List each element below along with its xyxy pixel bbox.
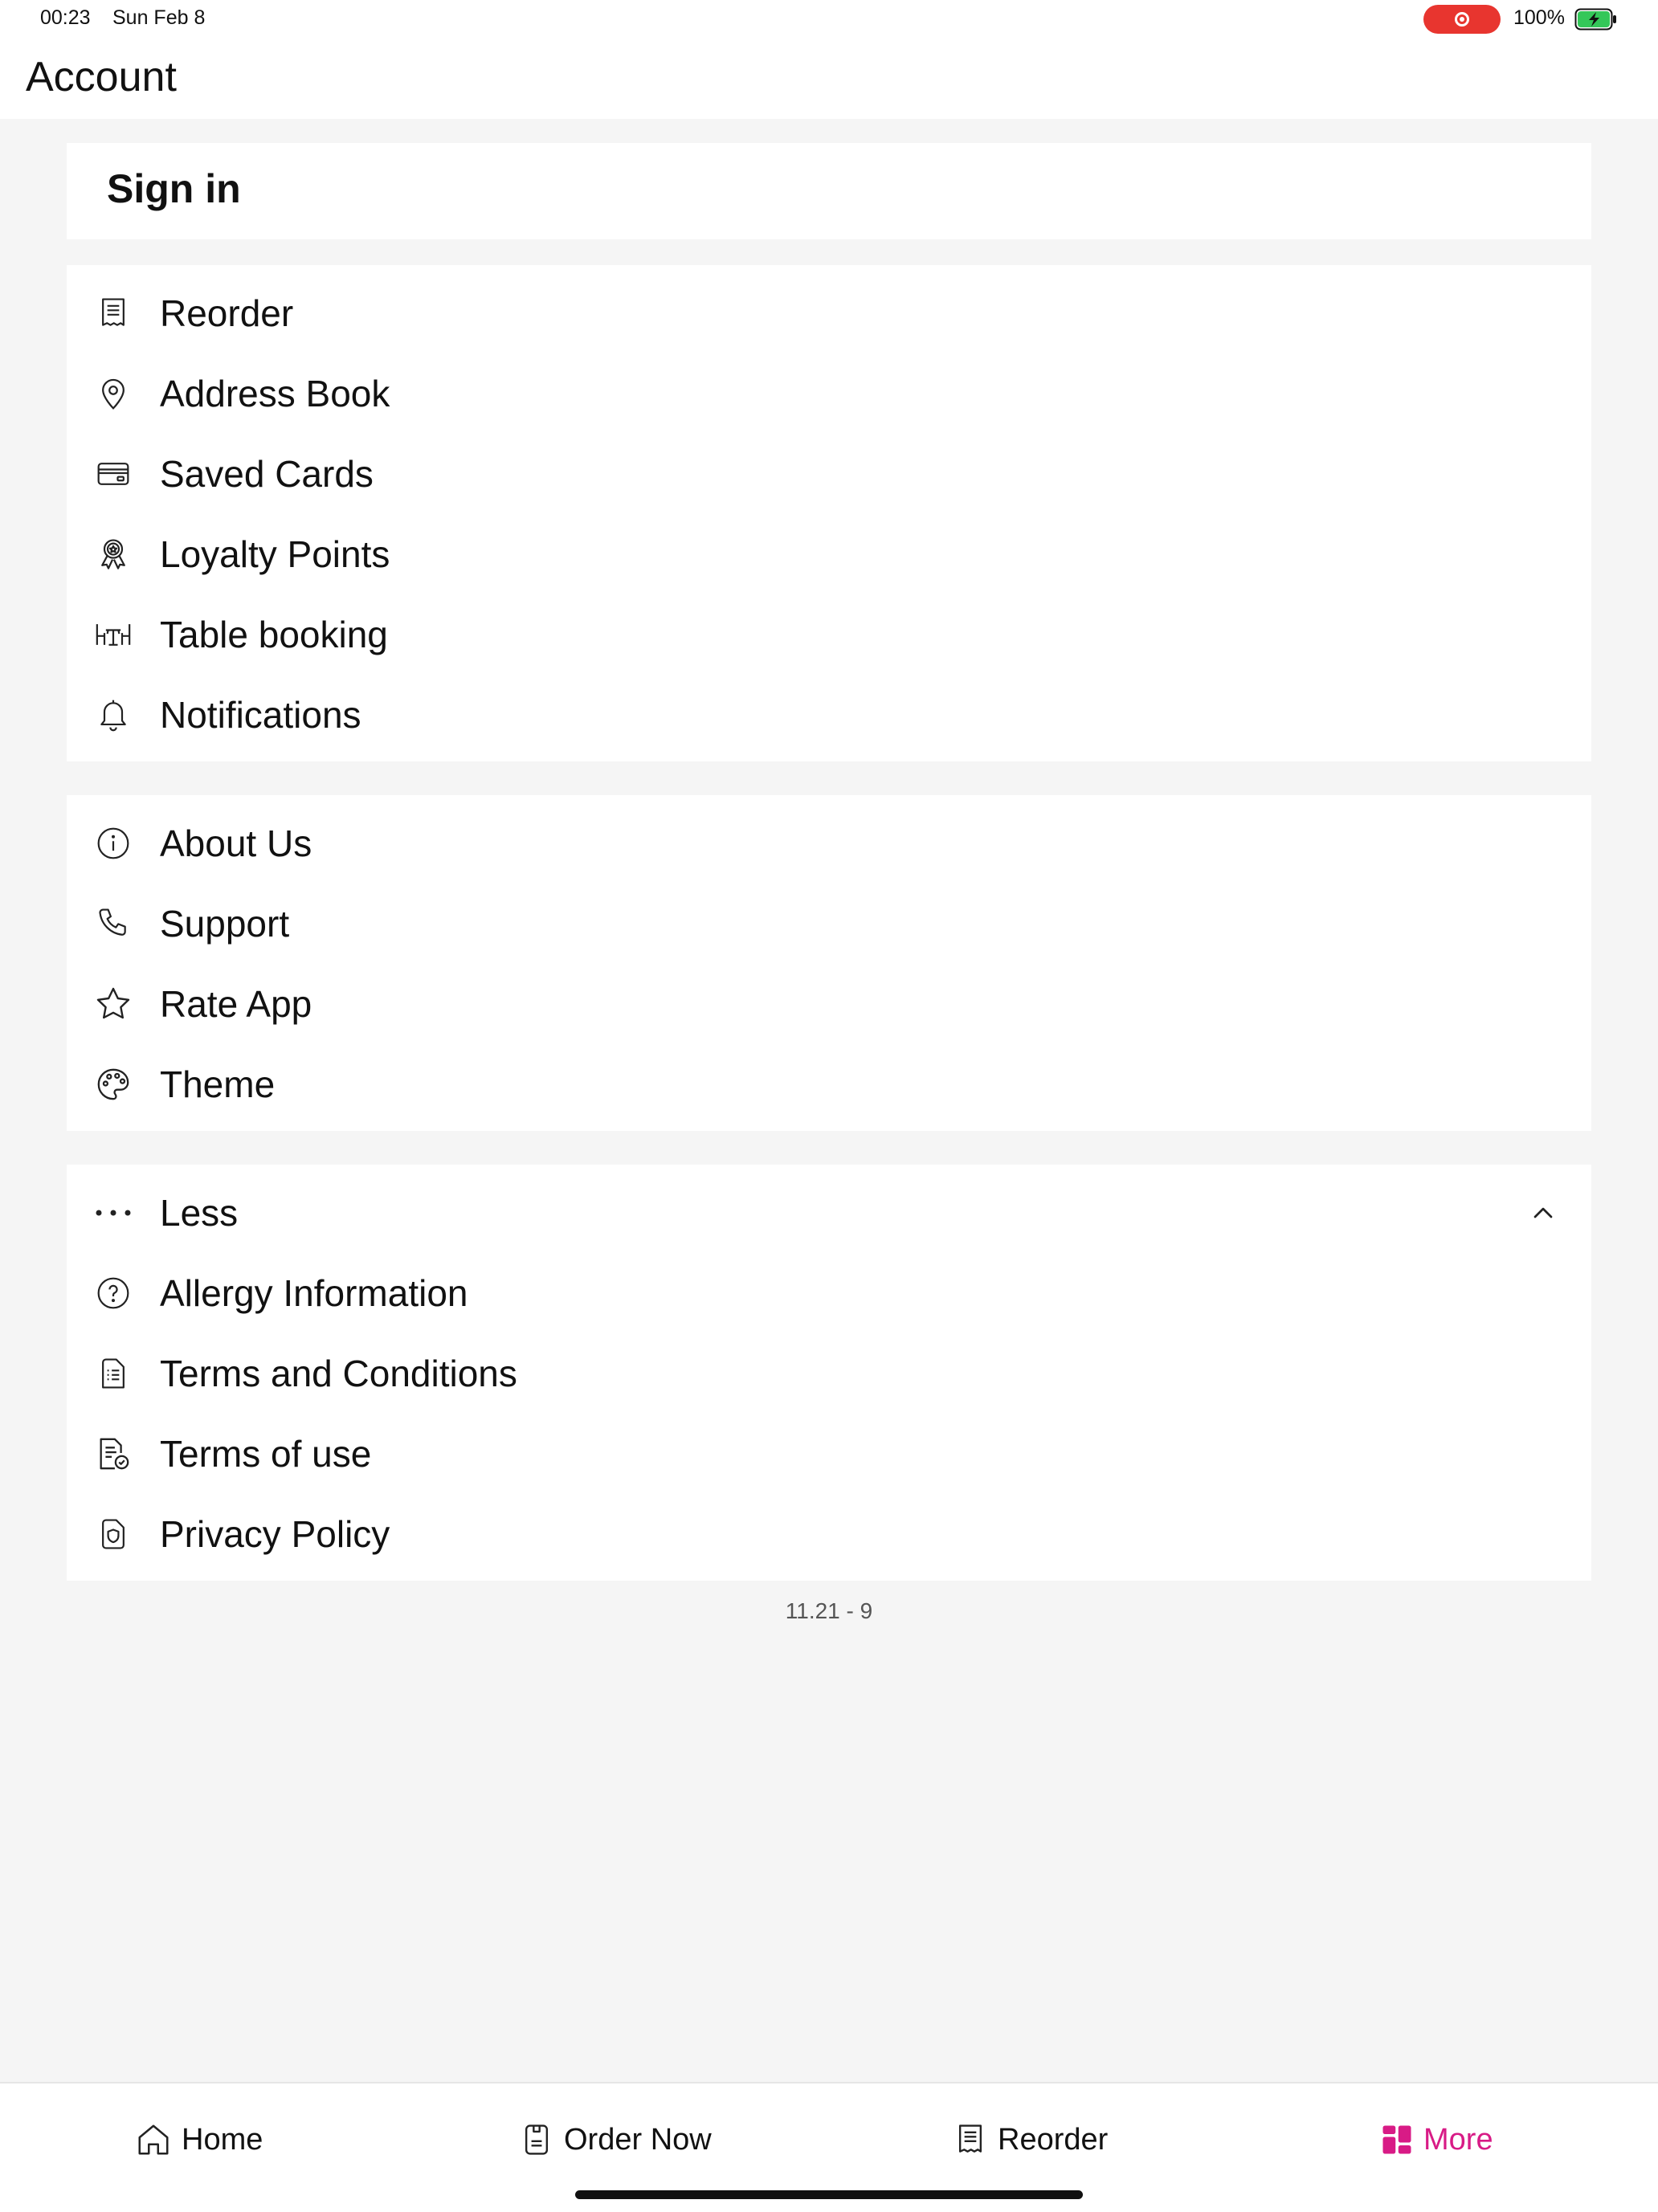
app-version: 11.21 - 9	[785, 1598, 873, 1623]
less-label: Less	[160, 1192, 239, 1234]
status-time: 00:23	[40, 6, 91, 29]
page-title: Account	[26, 54, 177, 100]
menu-item-label: Address Book	[160, 373, 390, 414]
menu-item-support[interactable]: Support	[67, 888, 1591, 960]
less-toggle[interactable]: Less	[67, 1177, 1591, 1249]
menu-item-label: About Us	[160, 822, 312, 864]
award-badge-icon	[94, 535, 133, 573]
menu-item-label: Rate App	[160, 983, 312, 1025]
phone-icon	[94, 904, 133, 943]
nav-order-now[interactable]: Order Now	[519, 2116, 712, 2164]
menu-item-label: Table booking	[160, 614, 388, 655]
battery-icon	[1574, 8, 1618, 31]
record-icon	[1455, 12, 1469, 27]
menu-item-label: Terms and Conditions	[160, 1353, 517, 1394]
account-menu-card: Reorder Address Book Saved Cards Loyalty…	[67, 265, 1591, 761]
info-icon	[94, 824, 133, 863]
nav-label: Home	[182, 2122, 263, 2157]
nav-label: Reorder	[998, 2122, 1109, 2157]
menu-item-loyalty-points[interactable]: Loyalty Points	[67, 518, 1591, 590]
menu-item-label: Support	[160, 903, 290, 945]
nav-more[interactable]: More	[1380, 2116, 1493, 2164]
star-icon	[94, 985, 133, 1023]
chevron-up-icon[interactable]	[1527, 1197, 1559, 1229]
menu-item-notifications[interactable]: Notifications	[67, 679, 1591, 751]
more-dots-icon	[94, 1194, 133, 1232]
top-bar: 00:23 Sun Feb 8 100% Account	[0, 0, 1658, 119]
document-list-icon	[94, 1354, 133, 1393]
sign-in-label: Sign in	[107, 166, 241, 211]
document-check-icon	[94, 1435, 133, 1473]
menu-item-about-us[interactable]: About Us	[67, 807, 1591, 879]
menu-item-theme[interactable]: Theme	[67, 1048, 1591, 1120]
location-pin-icon	[94, 374, 133, 413]
nav-label: More	[1423, 2122, 1493, 2157]
menu-item-address-book[interactable]: Address Book	[67, 357, 1591, 430]
menu-item-rate-app[interactable]: Rate App	[67, 968, 1591, 1040]
menu-item-label: Reorder	[160, 292, 294, 334]
order-icon	[519, 2121, 554, 2158]
palette-icon	[94, 1065, 133, 1104]
home-icon	[135, 2121, 172, 2158]
credit-card-icon	[94, 455, 133, 493]
menu-item-label: Theme	[160, 1063, 276, 1105]
menu-item-label: Loyalty Points	[160, 533, 390, 575]
menu-item-label: Saved Cards	[160, 453, 374, 495]
menu-item-label: Allergy Information	[160, 1272, 468, 1314]
nav-home[interactable]: Home	[135, 2116, 263, 2164]
bell-icon	[94, 696, 133, 734]
menu-item-privacy-policy[interactable]: Privacy Policy	[67, 1498, 1591, 1570]
menu-item-label: Privacy Policy	[160, 1513, 390, 1555]
menu-item-terms-and-conditions[interactable]: Terms and Conditions	[67, 1337, 1591, 1410]
menu-item-saved-cards[interactable]: Saved Cards	[67, 438, 1591, 510]
status-date: Sun Feb 8	[112, 6, 206, 29]
menu-item-label: Notifications	[160, 694, 361, 736]
menu-item-label: Terms of use	[160, 1433, 372, 1475]
battery-percentage: 100%	[1513, 6, 1565, 29]
menu-item-reorder[interactable]: Reorder	[67, 277, 1591, 349]
more-menu-card: Less Allergy Information Terms and Condi…	[67, 1165, 1591, 1581]
menu-item-allergy-information[interactable]: Allergy Information	[67, 1257, 1591, 1329]
question-circle-icon	[94, 1274, 133, 1312]
screen-recording-indicator[interactable]	[1423, 5, 1501, 34]
nav-label: Order Now	[564, 2122, 712, 2157]
receipt-icon	[953, 2121, 988, 2158]
grid-icon	[1380, 2123, 1414, 2157]
sign-in-card[interactable]: Sign in	[67, 143, 1591, 239]
receipt-icon	[94, 294, 133, 333]
table-chairs-icon	[94, 615, 133, 654]
info-menu-card: About Us Support Rate App Theme	[67, 795, 1591, 1131]
nav-reorder[interactable]: Reorder	[953, 2116, 1108, 2164]
home-indicator[interactable]	[575, 2190, 1083, 2199]
shield-document-icon	[94, 1515, 133, 1553]
menu-item-table-booking[interactable]: Table booking	[67, 598, 1591, 671]
menu-item-terms-of-use[interactable]: Terms of use	[67, 1418, 1591, 1490]
